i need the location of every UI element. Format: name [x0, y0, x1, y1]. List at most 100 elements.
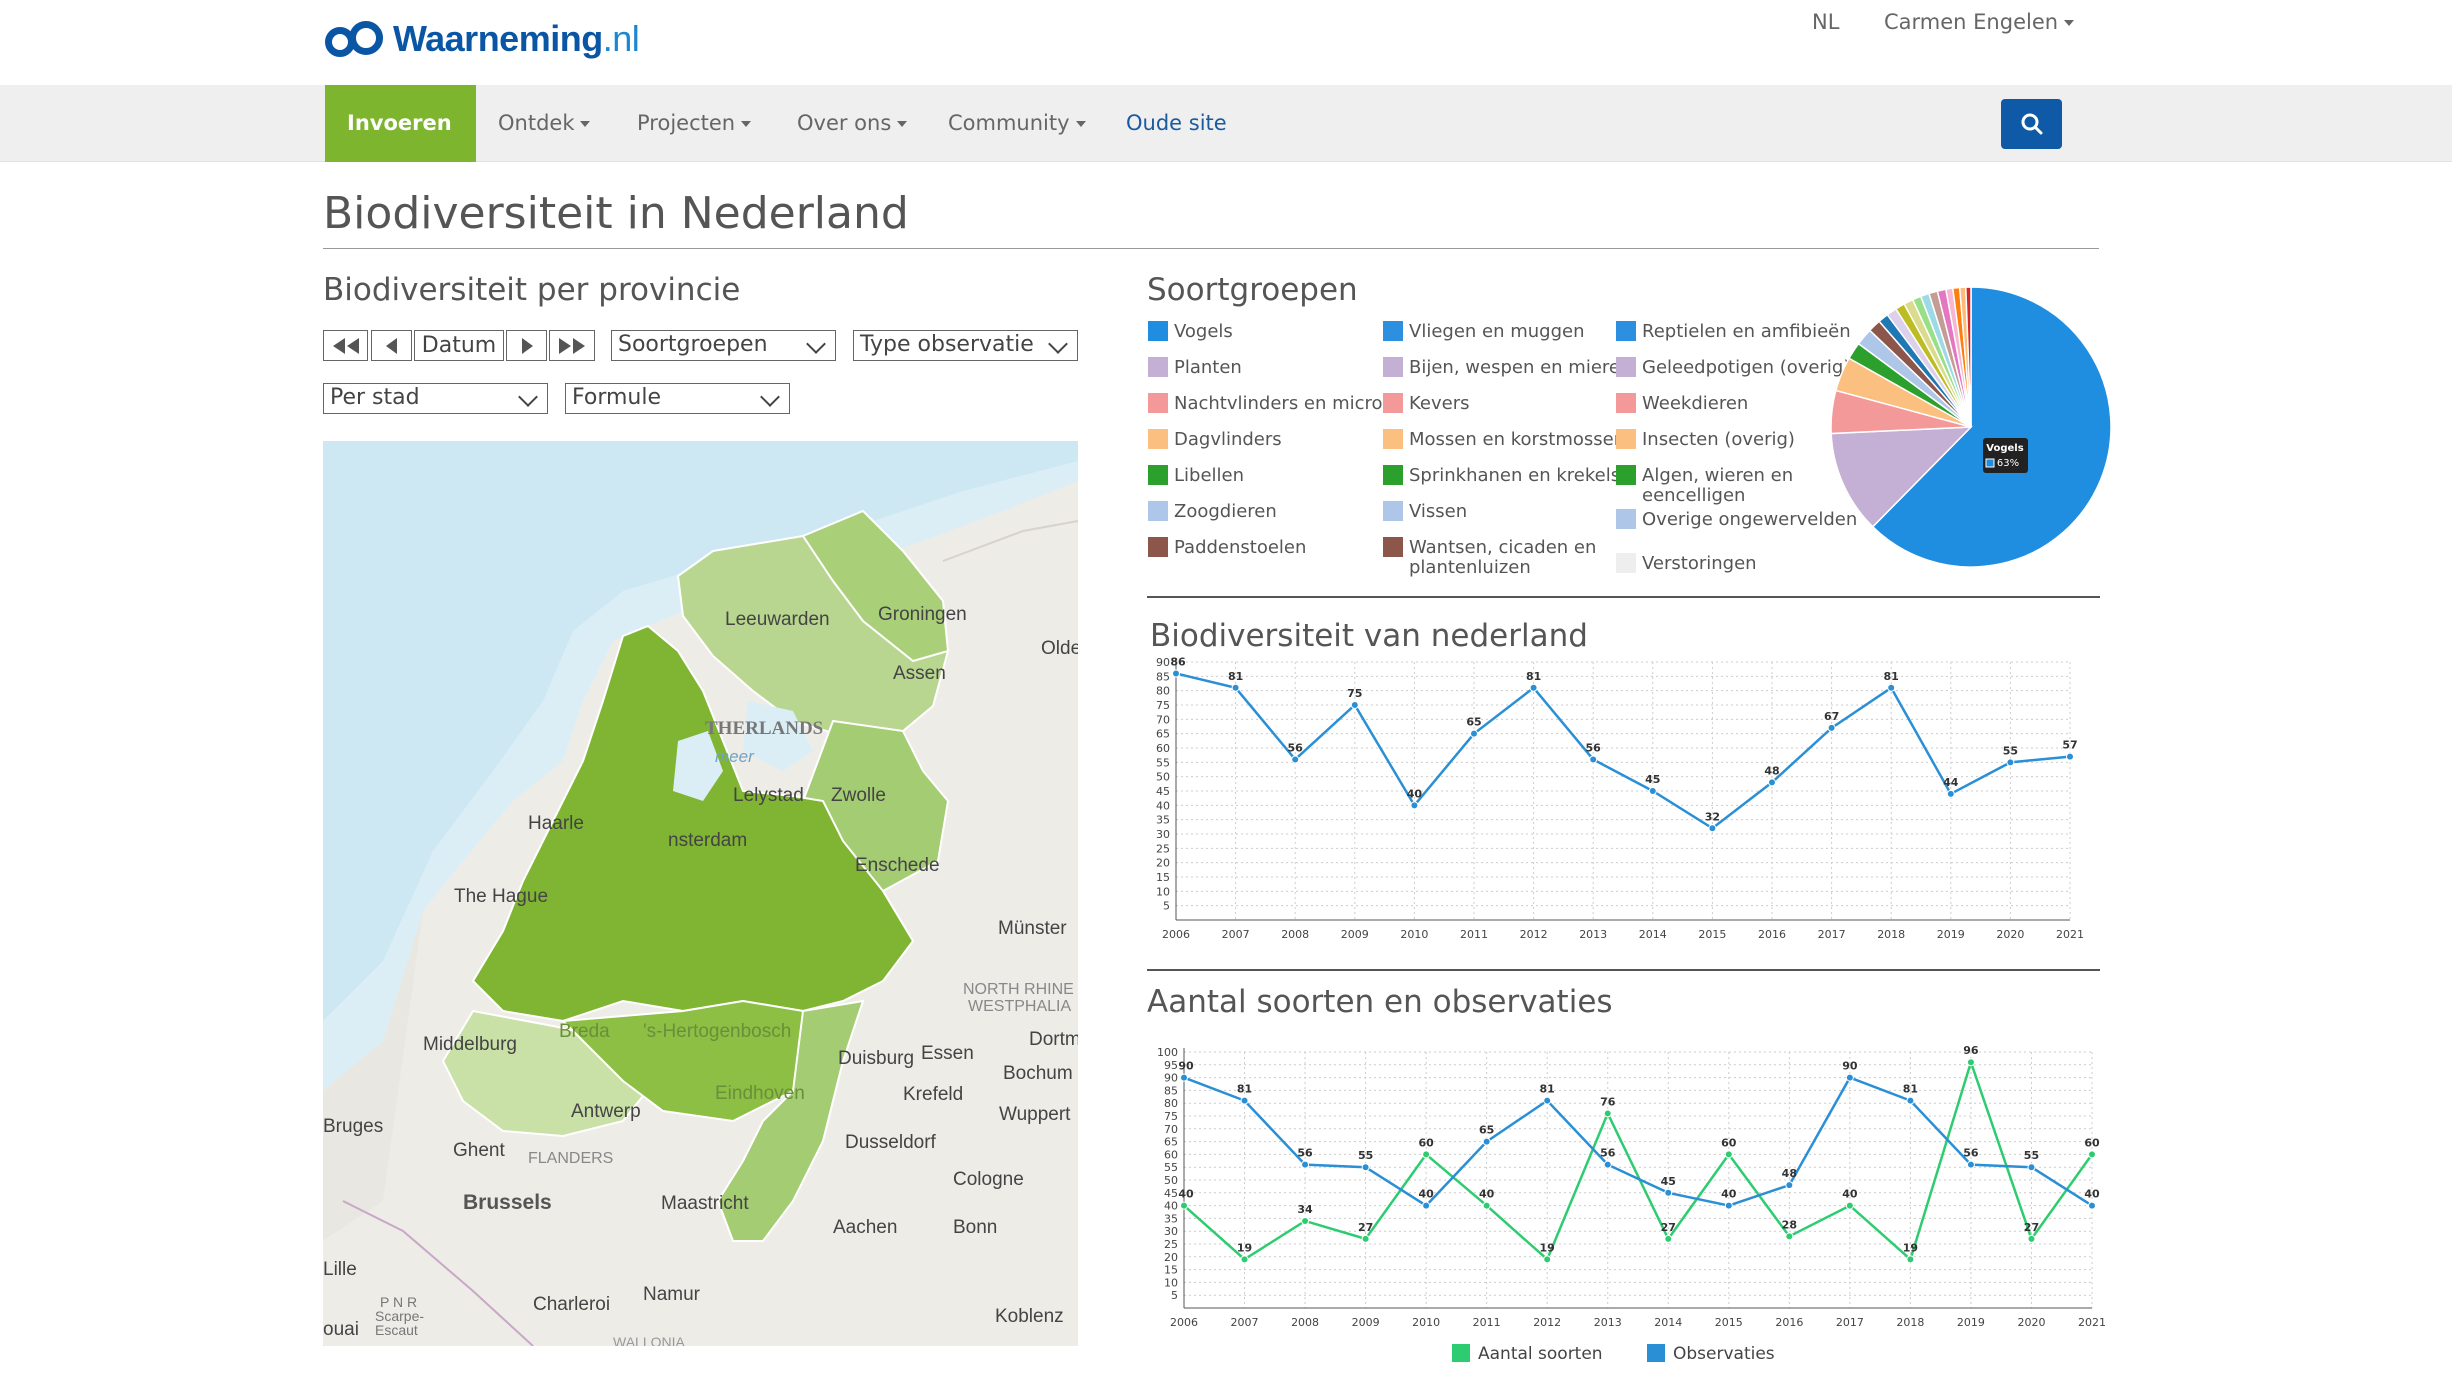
legend-label: Weekdieren: [1642, 393, 1749, 414]
map-label: Bochum: [1003, 1063, 1073, 1084]
x-tick-label: 2006: [1170, 1316, 1198, 1329]
legend-swatch: [1383, 321, 1403, 341]
data-label: 56: [1600, 1147, 1616, 1160]
data-point: [1589, 755, 1598, 764]
data-label: 40: [1721, 1188, 1737, 1201]
x-tick-label: 2017: [1818, 928, 1846, 941]
legend-item[interactable]: Dagvlinders: [1148, 429, 1282, 450]
data-point: [1648, 787, 1657, 795]
legend-item[interactable]: Algen, wieren en eencelligen: [1616, 465, 1842, 506]
data-point: [1361, 1234, 1370, 1243]
data-label: 86: [1170, 655, 1186, 668]
biodiversiteit-line-chart[interactable]: 510152025303540455055606570758085902006 2…: [1148, 650, 2098, 950]
y-tick-label: 100: [1157, 1046, 1178, 1059]
map-label: Enschede: [855, 855, 940, 876]
data-label: 55: [1358, 1149, 1373, 1162]
soortgroepen-select[interactable]: Soortgroepen: [611, 330, 836, 361]
data-label: 56: [1297, 1147, 1313, 1160]
legend-swatch: [1148, 537, 1168, 557]
data-label: 67: [1824, 710, 1839, 723]
soorten-observaties-line-chart[interactable]: 5101520253035404550556065707580859095100…: [1148, 1040, 2118, 1370]
section-title-soortgroepen: Soortgroepen: [1147, 272, 1358, 308]
map-label: Ghent: [453, 1140, 505, 1161]
legend-label: Sprinkhanen en krekels: [1409, 465, 1621, 486]
legend-item[interactable]: Bijen, wespen en mieren: [1383, 357, 1631, 378]
x-tick-label: 2007: [1231, 1316, 1259, 1329]
chevron-down-icon: [760, 387, 780, 407]
map-label: Maastricht: [661, 1193, 749, 1214]
data-label: 44: [1943, 776, 1959, 789]
data-point: [1291, 755, 1300, 764]
data-label: 40: [1178, 1188, 1194, 1201]
legend-item[interactable]: Sprinkhanen en krekels: [1383, 465, 1621, 486]
nav-community[interactable]: Community: [926, 85, 1108, 162]
legend-item[interactable]: Verstoringen: [1616, 553, 1757, 574]
legend-label: Geleedpotigen (overig): [1642, 357, 1851, 378]
legend-swatch: [1616, 357, 1636, 377]
legend-item[interactable]: Vogels: [1148, 321, 1233, 342]
map-label: Dortm: [1029, 1029, 1078, 1050]
legend-swatch: [1452, 1344, 1470, 1362]
search-button[interactable]: [2001, 99, 2062, 149]
previous-button[interactable]: [371, 330, 412, 361]
last-button[interactable]: [549, 330, 595, 361]
chevron-down-icon: [1075, 121, 1086, 127]
type-observatie-select[interactable]: Type observatie: [853, 330, 1078, 361]
legend-item[interactable]: Vliegen en muggen: [1383, 321, 1585, 342]
language-selector[interactable]: NL: [1812, 10, 1839, 34]
formule-select[interactable]: Formule: [565, 383, 790, 414]
data-label: 90: [1178, 1060, 1194, 1073]
per-stad-select[interactable]: Per stad: [323, 383, 548, 414]
legend-item[interactable]: Nachtvlinders en micro's: [1148, 393, 1397, 414]
nav-ontdek[interactable]: Ontdek: [476, 85, 612, 162]
main-navbar: Invoeren Ontdek Projecten Over ons Commu…: [0, 85, 2452, 204]
x-tick-label: 2009: [1341, 928, 1369, 941]
y-tick-label: 85: [1164, 1084, 1178, 1097]
legend-item[interactable]: Kevers: [1383, 393, 1470, 414]
map-label: Krefeld: [903, 1084, 964, 1105]
data-label: 81: [1884, 670, 1899, 683]
legend-label: Algen, wieren en eencelligen: [1642, 465, 1794, 506]
site-logo[interactable]: Waarneming.nl: [325, 14, 640, 64]
nav-oude-site[interactable]: Oude site: [1104, 85, 1249, 162]
first-button[interactable]: [323, 330, 368, 361]
province-map[interactable]: Leeuwarden Groningen Assen THERLANDS mee…: [323, 441, 1078, 1346]
data-point: [1361, 1163, 1370, 1172]
legend-swatch: [1616, 509, 1636, 529]
data-label: 55: [2003, 744, 2018, 757]
soortgroepen-pie-chart[interactable]: Vogels 63%: [1826, 282, 2116, 572]
x-tick-label: 2011: [1460, 928, 1488, 941]
data-label: 27: [1358, 1221, 1373, 1234]
legend-item[interactable]: Planten: [1148, 357, 1242, 378]
y-tick-label: 80: [1164, 1097, 1178, 1110]
next-button[interactable]: [506, 330, 547, 361]
data-label: 75: [1347, 687, 1362, 700]
legend-item[interactable]: Reptielen en amfibieën: [1616, 321, 1851, 342]
nav-projecten[interactable]: Projecten: [615, 85, 773, 162]
chevron-down-icon: [806, 334, 826, 354]
chevron-down-icon: [741, 121, 752, 127]
legend-item[interactable]: Weekdieren: [1616, 393, 1749, 414]
map-label: Haarle: [528, 813, 584, 834]
nav-over-ons[interactable]: Over ons: [775, 85, 929, 162]
map-label: WALLONIA: [613, 1334, 685, 1346]
legend-item[interactable]: Geleedpotigen (overig): [1616, 357, 1851, 378]
data-label: 65: [1466, 716, 1481, 729]
data-point: [2006, 758, 2015, 767]
y-tick-label: 5: [1171, 1289, 1178, 1302]
legend-item[interactable]: Vissen: [1383, 501, 1467, 522]
legend-item[interactable]: Overige ongewervelden: [1616, 509, 1857, 530]
legend-item[interactable]: Zoogdieren: [1148, 501, 1277, 522]
y-tick-label: 30: [1156, 828, 1170, 841]
legend-item[interactable]: Mossen en korstmossen: [1383, 429, 1625, 450]
nav-invoeren[interactable]: Invoeren: [325, 85, 476, 204]
x-tick-label: 2011: [1473, 1316, 1501, 1329]
x-tick-label: 2009: [1352, 1316, 1380, 1329]
legend-item[interactable]: Paddenstoelen: [1148, 537, 1306, 558]
legend-item[interactable]: Wantsen, cicaden en plantenluizen: [1383, 537, 1609, 578]
date-button[interactable]: Datum: [414, 330, 504, 361]
user-menu[interactable]: Carmen Engelen: [1884, 10, 2075, 34]
legend-item[interactable]: Insecten (overig): [1616, 429, 1795, 450]
data-label: 81: [1237, 1083, 1252, 1096]
legend-item[interactable]: Libellen: [1148, 465, 1244, 486]
